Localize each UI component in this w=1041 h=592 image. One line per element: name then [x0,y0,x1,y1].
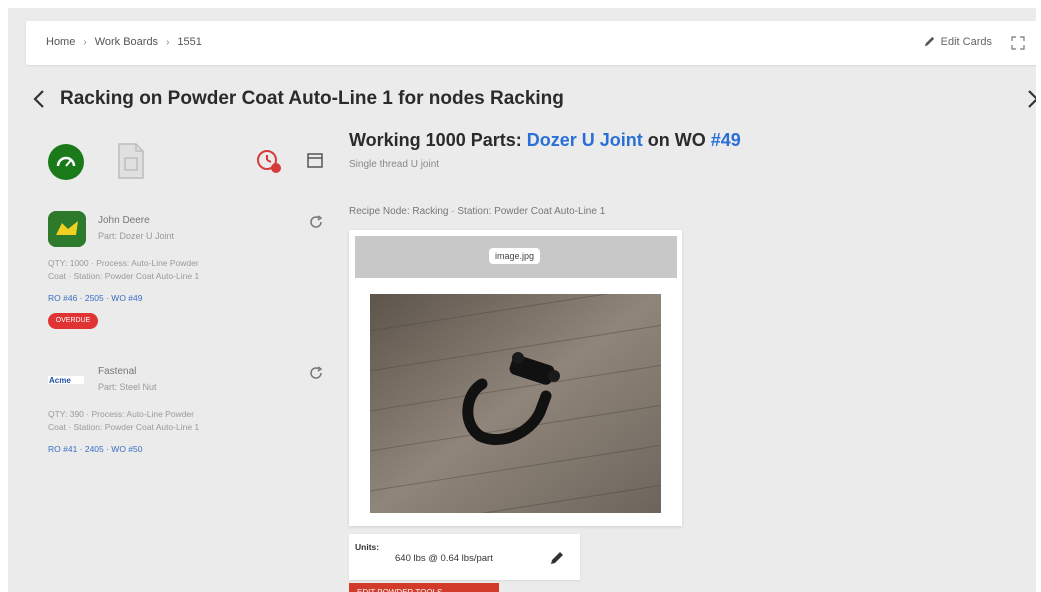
status-badge: OVERDUE [48,313,98,329]
breadcrumb-board-id[interactable]: 1551 [177,36,201,48]
heading-prefix: Working 1000 Parts: [349,130,527,150]
timer-alert-icon[interactable] [254,146,284,176]
work-order-link[interactable]: #49 [711,130,741,150]
breadcrumb-home[interactable]: Home [46,36,75,48]
edit-cards-label: Edit Cards [940,35,992,48]
image-card: image.jpg [349,230,682,526]
card-refs-link[interactable]: RO #41 · 2405 · WO #50 [48,444,143,454]
john-deere-logo [48,211,86,247]
page-title: Racking on Powder Coat Auto-Line 1 for n… [60,88,564,109]
top-bar: Home › Work Boards › 1551 Edit Cards [26,21,1036,65]
image-filename-chip[interactable]: image.jpg [489,248,541,264]
gauge-icon[interactable] [48,144,84,180]
refresh-icon[interactable] [308,365,324,381]
card-meta-line: QTY: 390 · Process: Auto-Line Powder [48,409,194,419]
pencil-icon [924,36,934,47]
part-description: Single thread U joint [349,159,440,170]
recipe-station-line: Recipe Node: Racking · Station: Powder C… [349,206,606,217]
svg-text:Acme: Acme [49,376,71,385]
chevron-left-icon[interactable] [30,88,50,110]
chevron-right-icon[interactable] [1022,88,1036,110]
app-frame: Home › Work Boards › 1551 Edit Cards Rac… [8,8,1036,592]
part-photo[interactable] [370,294,661,513]
document-icon[interactable] [116,142,146,180]
breadcrumb-separator-icon: › [166,36,170,48]
breadcrumb-separator-icon: › [83,36,87,48]
part-name: Part: Steel Nut [98,382,157,392]
breadcrumb: Home › Work Boards › 1551 [46,36,202,48]
pencil-icon[interactable] [549,550,565,566]
units-value: 640 lbs @ 0.64 lbs/part [395,553,493,564]
image-header: image.jpg [355,236,677,278]
part-link[interactable]: Dozer U Joint [527,130,643,150]
refresh-icon[interactable] [308,214,324,230]
card-meta-line: QTY: 1000 · Process: Auto-Line Powder [48,258,199,268]
edit-cards-button[interactable]: Edit Cards [923,35,992,48]
part-name: Part: Dozer U Joint [98,231,175,241]
units-box: Units: 640 lbs @ 0.64 lbs/part [349,534,580,580]
heading-mid: on WO [642,130,711,150]
card-refs-link[interactable]: RO #46 · 2505 · WO #49 [48,293,143,303]
card-meta-line: Coat · Station: Powder Coat Auto-Line 1 [48,422,200,432]
customer-name: Fastenal [98,366,137,377]
expand-icon[interactable] [1010,35,1026,51]
main-heading: Working 1000 Parts: Dozer U Joint on WO … [349,130,741,151]
units-label: Units: [355,542,380,552]
calendar-icon[interactable] [306,151,324,169]
action-icons [48,142,338,182]
card-meta: QTY: 1000 · Process: Auto-Line Powder Co… [48,257,263,283]
fastenal-logo: Acme [48,376,84,385]
edit-powder-tools-button[interactable]: EDIT POWDER TOOLS [349,583,499,592]
customer-name: John Deere [98,215,150,226]
card-meta-line: Coat · Station: Powder Coat Auto-Line 1 [48,271,200,281]
card-meta: QTY: 390 · Process: Auto-Line Powder Coa… [48,408,263,434]
breadcrumb-work-boards[interactable]: Work Boards [95,36,158,48]
